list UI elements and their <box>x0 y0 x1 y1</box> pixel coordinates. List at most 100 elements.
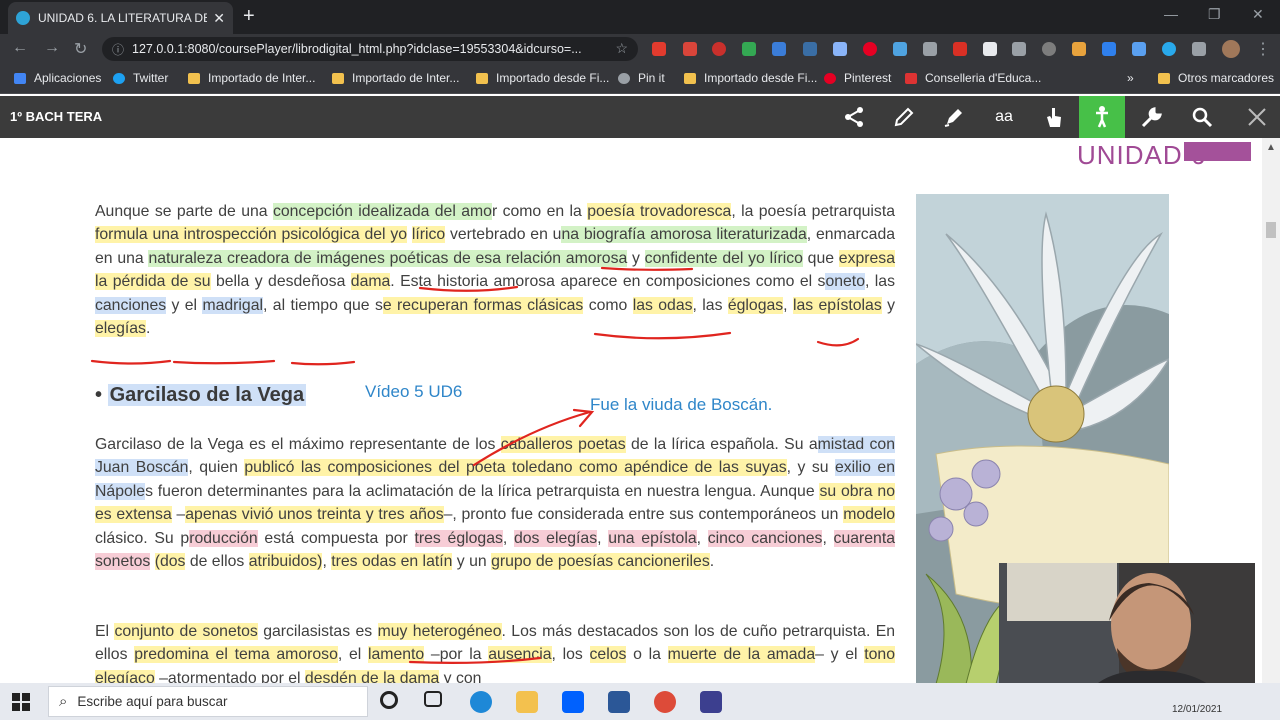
task-view-icon[interactable] <box>424 691 442 707</box>
marker-icon[interactable] <box>931 96 977 138</box>
new-extension-icon[interactable] <box>1102 42 1116 56</box>
bookmark-item[interactable]: Aplicaciones <box>14 71 101 85</box>
folder-icon <box>1158 72 1170 84</box>
text-run: o la <box>626 646 668 664</box>
recorder-app-icon[interactable] <box>700 691 722 713</box>
text-run: , el <box>337 646 368 664</box>
touch-icon[interactable] <box>1031 96 1077 138</box>
page-scrollbar[interactable]: ▲ <box>1262 138 1280 683</box>
bookmark-item[interactable]: Twitter <box>113 71 168 85</box>
text-run: clásico. Su p <box>95 529 190 547</box>
new-tab-button[interactable]: + <box>243 5 255 28</box>
extension-icon[interactable] <box>1072 42 1086 56</box>
extension-icon[interactable] <box>1132 42 1146 56</box>
bookmark-label: Twitter <box>133 71 169 85</box>
site-info-icon[interactable]: ⓘ <box>112 41 124 58</box>
text-run: como <box>583 296 633 314</box>
highlighted-phrase: lamento <box>368 646 425 664</box>
bookmark-item[interactable]: Conselleria d'Educa... <box>905 71 1041 85</box>
search-icon: ⌕ <box>59 693 68 710</box>
pinterest-extension-icon[interactable] <box>863 42 877 56</box>
highlighted-phrase: roducción <box>189 529 258 547</box>
close-icon[interactable] <box>1234 96 1280 138</box>
forward-icon[interactable]: → <box>44 39 60 57</box>
search-icon[interactable] <box>1179 96 1225 138</box>
browser-menu-icon[interactable]: ⋮ <box>1255 39 1271 59</box>
word-icon[interactable] <box>608 691 630 713</box>
text-run: vertebrado en u <box>445 226 562 244</box>
dropbox-icon[interactable] <box>562 691 584 713</box>
search-placeholder: Escribe aquí para buscar <box>77 694 228 709</box>
bookmark-label: Importado de Inter... <box>208 71 316 85</box>
bookmarks-bar: Aplicaciones Twitter Importado de Inter.… <box>0 64 1280 94</box>
reload-icon[interactable]: ↻ <box>74 39 87 59</box>
accessibility-icon[interactable] <box>1079 96 1125 138</box>
profile-avatar[interactable] <box>1222 40 1240 58</box>
text-size-icon[interactable]: aa <box>981 96 1027 138</box>
gva-icon <box>905 72 917 84</box>
extension-icon[interactable] <box>772 42 786 56</box>
taskbar-search[interactable]: ⌕ Escribe aquí para buscar <box>48 686 368 717</box>
scroll-thumb[interactable] <box>1266 222 1276 238</box>
text-run: , los <box>551 646 590 664</box>
text-run: El <box>95 623 115 640</box>
bookmark-label: Otros marcadores <box>1178 71 1275 85</box>
tab-close-icon[interactable]: ✕ <box>213 10 225 27</box>
pdf-extension-icon[interactable] <box>953 42 967 56</box>
wrench-icon[interactable] <box>1129 96 1175 138</box>
address-bar[interactable]: ⓘ 127.0.0.1:8080/coursePlayer/librodigit… <box>102 37 638 61</box>
extension-icon[interactable] <box>893 42 907 56</box>
video-link[interactable]: Vídeo 5 UD6 <box>365 382 462 402</box>
highlighted-phrase: concepción idealizada del amo <box>272 203 492 220</box>
bookmark-item[interactable]: Importado desde Fi... <box>684 71 817 85</box>
browser-tab[interactable]: UNIDAD 6. LA LITERATURA DE LOS ✕ <box>8 2 233 34</box>
highlighted-phrase: cinco canciones <box>707 529 823 547</box>
text-run: y <box>881 296 895 314</box>
share-icon[interactable] <box>831 96 877 138</box>
bookmark-item[interactable]: Importado de Inter... <box>188 71 315 85</box>
pin-icon <box>618 72 630 84</box>
bookmark-item[interactable]: Pin it <box>618 71 665 85</box>
highlighted-phrase: ausencia <box>488 646 552 664</box>
more-bookmarks-button[interactable]: » <box>1127 71 1134 85</box>
bookmark-label: Conselleria d'Educa... <box>925 71 1042 85</box>
drive-extension-icon[interactable] <box>742 42 756 56</box>
scroll-up-icon[interactable]: ▲ <box>1266 142 1276 153</box>
edge-icon[interactable] <box>470 691 492 713</box>
bookmark-star-icon[interactable]: ☆ <box>615 40 628 57</box>
extension-icon[interactable] <box>833 42 847 56</box>
extension-icon[interactable] <box>712 42 726 56</box>
file-explorer-icon[interactable] <box>516 691 538 713</box>
extension-icon[interactable] <box>683 42 697 56</box>
text-run: –atormentado por el <box>154 669 305 683</box>
bookmark-item[interactable]: Importado de Inter... <box>332 71 459 85</box>
pencil-icon[interactable] <box>881 96 927 138</box>
cortana-icon[interactable] <box>380 691 398 709</box>
paragraph-1: Aunque se parte de una concepción ideali… <box>95 200 895 340</box>
bookmark-item[interactable]: Importado desde Fi... <box>476 71 609 85</box>
extension-icon[interactable] <box>1042 42 1056 56</box>
chrome-icon[interactable] <box>654 691 676 713</box>
extension-icon[interactable] <box>1012 42 1026 56</box>
text-run: de ellos <box>185 553 249 571</box>
highlighted-phrase: formula una introspección psicológica de… <box>95 226 408 244</box>
extension-icon[interactable] <box>923 42 937 56</box>
url-text[interactable]: 127.0.0.1:8080/coursePlayer/librodigital… <box>132 42 612 56</box>
minimize-icon[interactable]: — <box>1164 6 1178 22</box>
extension-icon[interactable] <box>803 42 817 56</box>
text-run: , las <box>692 296 728 314</box>
window-close-icon[interactable]: ✕ <box>1252 6 1264 23</box>
maximize-icon[interactable]: ❐ <box>1208 6 1221 23</box>
bookmark-label: Importado de Inter... <box>352 71 460 85</box>
bookmark-label: Importado desde Fi... <box>496 71 610 85</box>
windows-start-icon[interactable] <box>12 693 30 711</box>
other-bookmarks[interactable]: Otros marcadores <box>1158 71 1274 85</box>
course-title: 1º BACH TERA <box>10 109 103 124</box>
gmail-extension-icon[interactable] <box>652 42 666 56</box>
extensions-puzzle-icon[interactable] <box>1192 42 1206 56</box>
telegram-extension-icon[interactable] <box>1162 42 1176 56</box>
extension-icon[interactable] <box>983 42 997 56</box>
back-icon[interactable]: ← <box>12 39 28 57</box>
bookmark-item[interactable]: Pinterest <box>824 71 891 85</box>
text-run: está compuesta por <box>257 529 415 547</box>
